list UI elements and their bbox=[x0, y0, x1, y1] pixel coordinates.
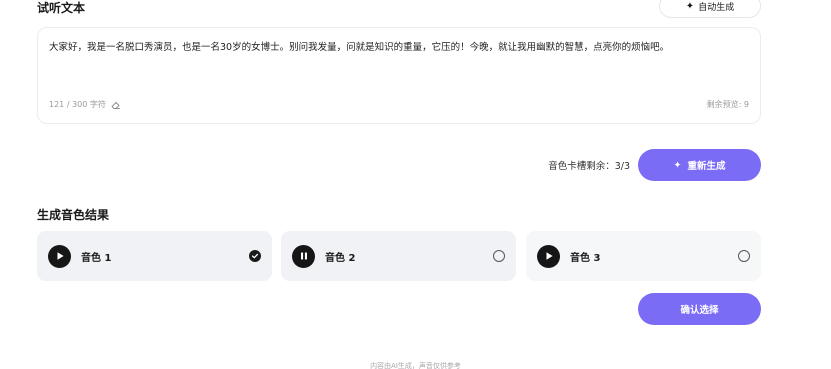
voice-name: 音色 1 bbox=[81, 252, 112, 264]
regenerate-label: 重新生成 bbox=[687, 161, 726, 172]
check-icon[interactable] bbox=[249, 250, 261, 262]
radio-icon[interactable] bbox=[738, 250, 750, 262]
preview-text-title: 试听文本 bbox=[37, 1, 86, 15]
eraser-icon[interactable] bbox=[111, 100, 121, 110]
pause-icon[interactable] bbox=[292, 244, 315, 268]
radio-icon[interactable] bbox=[493, 250, 505, 262]
sparkle-icon: ✦ bbox=[685, 0, 695, 12]
voice-name: 音色 2 bbox=[325, 252, 356, 264]
sparkle-icon: ✦ bbox=[673, 159, 682, 171]
char-count: 121 / 300 字符 bbox=[49, 100, 106, 109]
voice-card-2[interactable]: 音色 2 bbox=[281, 231, 516, 281]
results-title: 生成音色结果 bbox=[37, 208, 110, 222]
play-icon[interactable] bbox=[48, 244, 71, 268]
voice-card-1[interactable]: 音色 1 bbox=[37, 231, 272, 281]
voice-card-3[interactable]: 音色 3 bbox=[526, 231, 761, 281]
preview-text-card[interactable]: 大家好，我是一名脱口秀演员，也是一名30岁的女博士。别问我发量，问就是知识的重量… bbox=[37, 27, 761, 124]
confirm-button[interactable]: 确认选择 bbox=[638, 293, 761, 325]
auto-generate-button[interactable]: ✦ 自动生成 bbox=[659, 0, 761, 18]
voice-name: 音色 3 bbox=[570, 252, 601, 264]
slots-remaining: 音色卡槽剩余：3/3 bbox=[548, 161, 630, 172]
remaining-preview: 剩余预览: 9 bbox=[706, 100, 749, 109]
play-icon[interactable] bbox=[537, 244, 560, 268]
preview-text-content[interactable]: 大家好，我是一名脱口秀演员，也是一名30岁的女博士。别问我发量，问就是知识的重量… bbox=[49, 39, 742, 56]
disclaimer: 内容由AI生成，声音仅供参考 bbox=[370, 362, 461, 369]
regenerate-button[interactable]: ✦ 重新生成 bbox=[638, 149, 761, 181]
auto-generate-label: 自动生成 bbox=[698, 2, 735, 13]
